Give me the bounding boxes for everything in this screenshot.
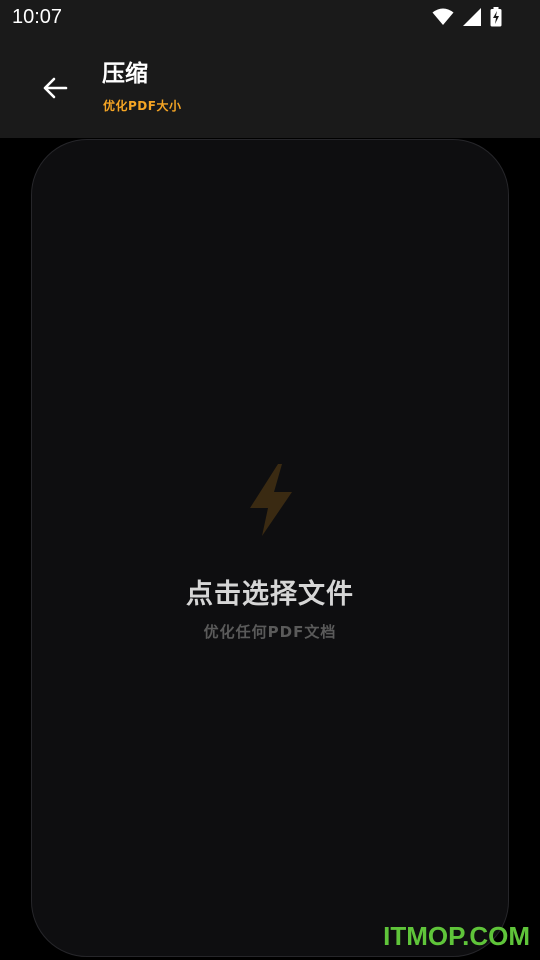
select-file-title: 点击选择文件 (186, 579, 354, 610)
wifi-icon (432, 8, 454, 25)
arrow-back-icon (43, 77, 68, 99)
status-icons (432, 7, 502, 27)
back-button[interactable] (38, 71, 72, 105)
page-subtitle: 优化PDF大小 (103, 99, 182, 113)
file-picker-card[interactable]: 点击选择文件 优化任何PDF文档 (31, 139, 509, 957)
app-bar: 压缩 优化PDF大小 (0, 36, 540, 138)
page-title: 压缩 (102, 61, 148, 87)
bolt-icon (250, 464, 292, 536)
select-file-subtitle: 优化任何PDF文档 (203, 623, 337, 641)
status-time: 10:07 (12, 6, 63, 28)
watermark: ITMOP.COM (383, 921, 530, 951)
status-bar: 10:07 (0, 0, 540, 36)
battery-charging-icon (490, 7, 502, 27)
cell-signal-icon (463, 8, 481, 26)
